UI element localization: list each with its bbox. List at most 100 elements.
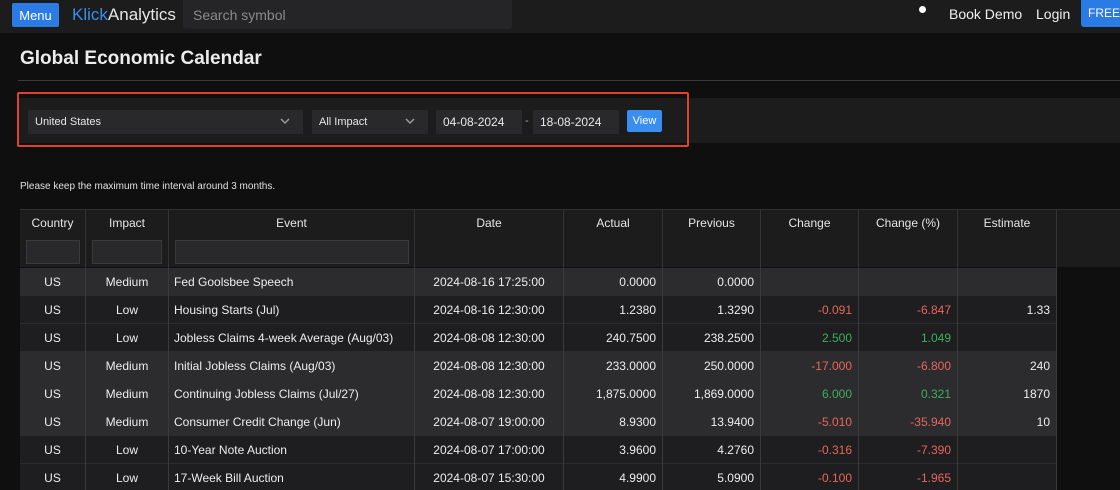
cell-change: -5.010 <box>761 408 859 436</box>
free-trial-button[interactable]: FREE T <box>1081 0 1120 27</box>
country-filter-input[interactable] <box>26 240 80 264</box>
table-row[interactable]: US Medium Fed Goolsbee Speech 2024-08-16 17… <box>20 268 1057 296</box>
column-header-label: Previous <box>688 216 735 230</box>
cell-actual: 240.7500 <box>564 324 663 352</box>
cell-actual: 4.9900 <box>564 464 663 490</box>
cell-previous: 1.3290 <box>663 296 761 324</box>
column-header-country[interactable]: Country <box>20 210 86 268</box>
cell-country: US <box>20 296 86 324</box>
table-header: Country Impact Event Date Actual Previou… <box>20 209 1120 268</box>
cell-impact: Low <box>86 324 169 352</box>
cell-previous: 13.9400 <box>663 408 761 436</box>
column-header-event[interactable]: Event <box>169 210 415 268</box>
cell-change: -0.091 <box>761 296 859 324</box>
cell-date: 2024-08-07 17:00:00 <box>415 436 564 464</box>
column-header-impact[interactable]: Impact <box>86 210 169 268</box>
cell-date: 2024-08-07 15:30:00 <box>415 464 564 490</box>
cell-event: 17-Week Bill Auction <box>169 464 415 490</box>
cell-previous: 250.0000 <box>663 352 761 380</box>
cell-event: Initial Jobless Claims (Aug/03) <box>169 352 415 380</box>
cell-country: US <box>20 324 86 352</box>
column-header-label: Country <box>31 216 74 230</box>
cell-estimate: 240 <box>958 352 1057 380</box>
logo-analytics: Analytics <box>107 5 176 24</box>
cell-previous: 5.0900 <box>663 464 761 490</box>
logo[interactable]: KlickAnalytics <box>72 5 176 25</box>
cell-change: 6.000 <box>761 380 859 408</box>
cell-change-pct <box>859 268 958 296</box>
cell-previous: 4.2760 <box>663 436 761 464</box>
cell-country: US <box>20 436 86 464</box>
column-header-label: Change (%) <box>875 216 941 230</box>
menu-button[interactable]: Menu <box>12 3 59 27</box>
cell-estimate: 1.33 <box>958 296 1057 324</box>
table-row[interactable]: US Medium Consumer Credit Change (Jun) 2024… <box>20 408 1057 436</box>
cell-estimate <box>958 464 1057 490</box>
column-header-label: Event <box>276 216 307 230</box>
login-link[interactable]: Login <box>1036 6 1070 22</box>
cell-event: Continuing Jobless Claims (Jul/27) <box>169 380 415 408</box>
column-header-label: Impact <box>108 216 145 230</box>
cell-event: Fed Goolsbee Speech <box>169 268 415 296</box>
column-header-change-pct[interactable]: Change (%) <box>859 210 958 268</box>
cell-impact: Medium <box>86 268 169 296</box>
cell-event: Jobless Claims 4-week Average (Aug/03) <box>169 324 415 352</box>
event-filter-input[interactable] <box>175 240 409 264</box>
column-header-estimate[interactable]: Estimate <box>958 210 1057 268</box>
column-header-change[interactable]: Change <box>761 210 859 268</box>
cell-change-pct: 1.049 <box>859 324 958 352</box>
impact-filter-input[interactable] <box>92 240 162 264</box>
cell-estimate: 10 <box>958 408 1057 436</box>
cell-date: 2024-08-08 12:30:00 <box>415 324 564 352</box>
cell-estimate: 1870 <box>958 380 1057 408</box>
cell-change-pct: -1.965 <box>859 464 958 490</box>
book-demo-link[interactable]: Book Demo <box>949 6 1022 22</box>
cell-change-pct: -7.390 <box>859 436 958 464</box>
table-row[interactable]: US Low Jobless Claims 4-week Average (Aug/… <box>20 324 1057 352</box>
cell-change-pct: -6.800 <box>859 352 958 380</box>
cell-date: 2024-08-16 12:30:00 <box>415 296 564 324</box>
cell-estimate <box>958 436 1057 464</box>
cell-change-pct: -35.940 <box>859 408 958 436</box>
cell-change <box>761 268 859 296</box>
cell-actual: 233.0000 <box>564 352 663 380</box>
cell-change-pct: 0.321 <box>859 380 958 408</box>
cell-change: -0.316 <box>761 436 859 464</box>
cell-actual: 8.9300 <box>564 408 663 436</box>
cell-previous: 238.2500 <box>663 324 761 352</box>
cell-date: 2024-08-07 19:00:00 <box>415 408 564 436</box>
search-input[interactable] <box>183 0 512 29</box>
cell-change-pct: -6.847 <box>859 296 958 324</box>
highlight-box <box>17 92 689 147</box>
cell-estimate <box>958 268 1057 296</box>
status-dot-icon <box>919 6 926 13</box>
table-row[interactable]: US Medium Initial Jobless Claims (Aug/03) 2… <box>20 352 1057 380</box>
table-row[interactable]: US Medium Continuing Jobless Claims (Jul/2… <box>20 380 1057 408</box>
divider <box>18 80 1120 81</box>
cell-change: -0.100 <box>761 464 859 490</box>
cell-impact: Medium <box>86 380 169 408</box>
cell-event: Consumer Credit Change (Jun) <box>169 408 415 436</box>
cell-country: US <box>20 464 86 490</box>
cell-impact: Medium <box>86 352 169 380</box>
table-row[interactable]: US Low 10-Year Note Auction 2024-08-07 17:0… <box>20 436 1057 464</box>
cell-previous: 1,869.0000 <box>663 380 761 408</box>
cell-impact: Low <box>86 296 169 324</box>
cell-country: US <box>20 380 86 408</box>
column-header-date[interactable]: Date <box>415 210 564 268</box>
cell-date: 2024-08-16 17:25:00 <box>415 268 564 296</box>
cell-country: US <box>20 268 86 296</box>
cell-country: US <box>20 352 86 380</box>
table-row[interactable]: US Low Housing Starts (Jul) 2024-08-16 12:3… <box>20 296 1057 324</box>
cell-country: US <box>20 408 86 436</box>
cell-impact: Medium <box>86 408 169 436</box>
column-header-previous[interactable]: Previous <box>663 210 761 268</box>
cell-actual: 1.2380 <box>564 296 663 324</box>
cell-date: 2024-08-08 12:30:00 <box>415 380 564 408</box>
column-header-actual[interactable]: Actual <box>564 210 663 268</box>
cell-actual: 0.0000 <box>564 268 663 296</box>
cell-change: -17.000 <box>761 352 859 380</box>
table-row[interactable]: US Low 17-Week Bill Auction 2024-08-07 15:3… <box>20 464 1057 490</box>
column-header-label: Actual <box>596 216 630 230</box>
column-header-label: Estimate <box>983 216 1031 230</box>
